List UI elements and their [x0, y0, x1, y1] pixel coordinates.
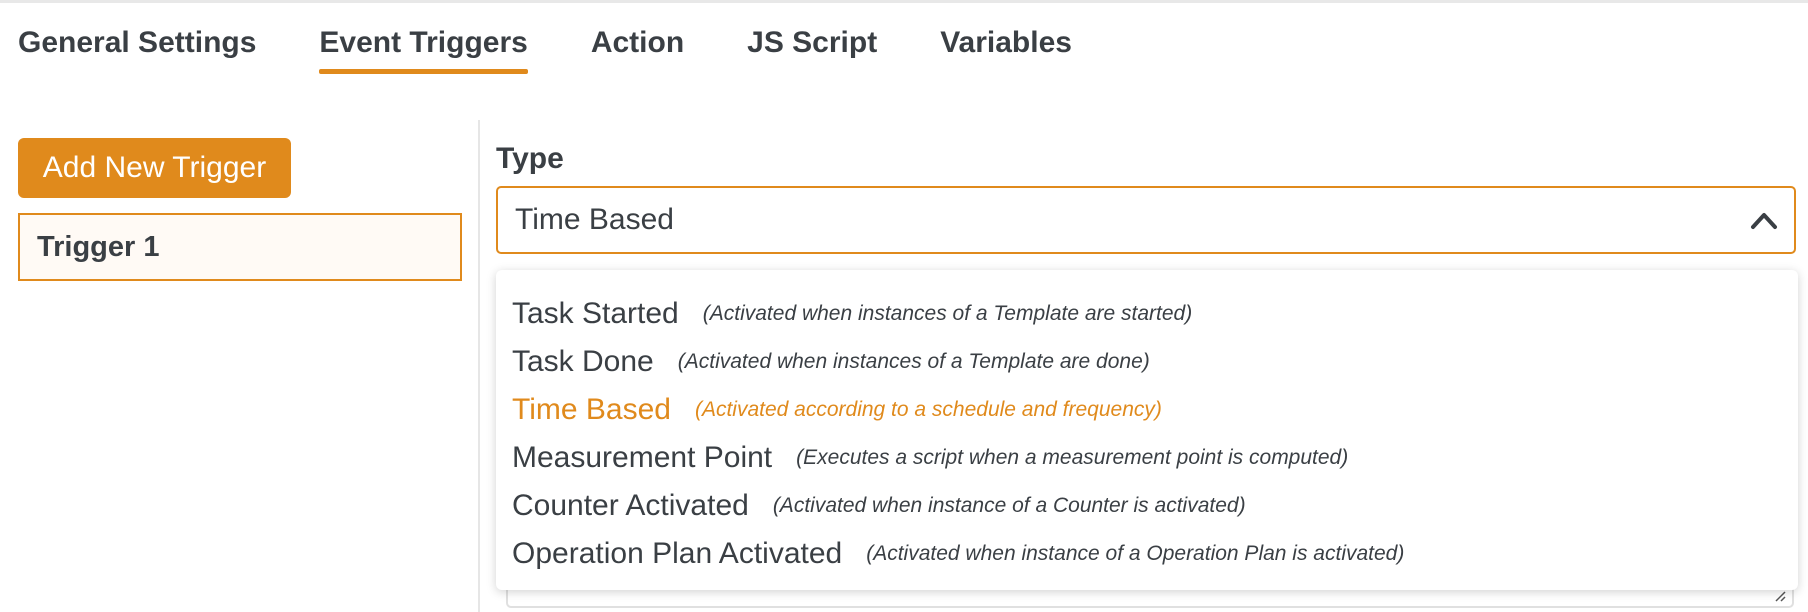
tab-js-script[interactable]: JS Script [747, 20, 877, 76]
dropdown-option-time-based[interactable]: Time Based (Activated according to a sch… [496, 386, 1798, 434]
option-name: Measurement Point [512, 441, 773, 474]
type-select-value: Time Based [515, 203, 674, 236]
tab-bar: General Settings Event Triggers Action J… [18, 20, 1135, 76]
option-description: (Activated when instance of a Operation … [866, 542, 1405, 565]
resize-handle-icon[interactable] [1772, 588, 1786, 602]
type-select[interactable]: Time Based [496, 186, 1796, 254]
tab-general-settings[interactable]: General Settings [18, 20, 256, 76]
add-new-trigger-button[interactable]: Add New Trigger [18, 138, 291, 198]
type-field-label: Type [496, 142, 564, 175]
panel-divider [478, 120, 480, 612]
option-description: (Activated when instances of a Template … [702, 302, 1193, 325]
tab-event-triggers[interactable]: Event Triggers [319, 20, 529, 76]
chevron-up-icon[interactable] [1750, 210, 1778, 230]
option-name: Counter Activated [512, 489, 749, 522]
tab-variables[interactable]: Variables [940, 20, 1072, 76]
option-description: (Activated according to a schedule and f… [694, 398, 1162, 421]
dropdown-option-task-started[interactable]: Task Started (Activated when instances o… [496, 290, 1798, 338]
option-description: (Executes a script when a measurement po… [796, 446, 1349, 469]
option-name: Time Based [512, 393, 671, 426]
trigger-list-panel: Add New Trigger Trigger 1 [0, 120, 478, 612]
option-name: Task Started [512, 297, 679, 330]
dropdown-option-counter-activated[interactable]: Counter Activated (Activated when instan… [496, 482, 1798, 530]
option-name: Task Done [512, 345, 654, 378]
option-name: Operation Plan Activated [512, 537, 843, 570]
top-border [0, 0, 1808, 3]
type-dropdown-menu: Task Started (Activated when instances o… [496, 270, 1798, 590]
option-description: (Activated when instances of a Template … [677, 350, 1150, 373]
dropdown-option-operation-plan-activated[interactable]: Operation Plan Activated (Activated when… [496, 530, 1798, 578]
dropdown-option-measurement-point[interactable]: Measurement Point (Executes a script whe… [496, 434, 1798, 482]
option-description: (Activated when instance of a Counter is… [772, 494, 1246, 517]
tab-action[interactable]: Action [591, 20, 684, 76]
trigger-list-item[interactable]: Trigger 1 [18, 213, 462, 281]
dropdown-option-task-done[interactable]: Task Done (Activated when instances of a… [496, 338, 1798, 386]
